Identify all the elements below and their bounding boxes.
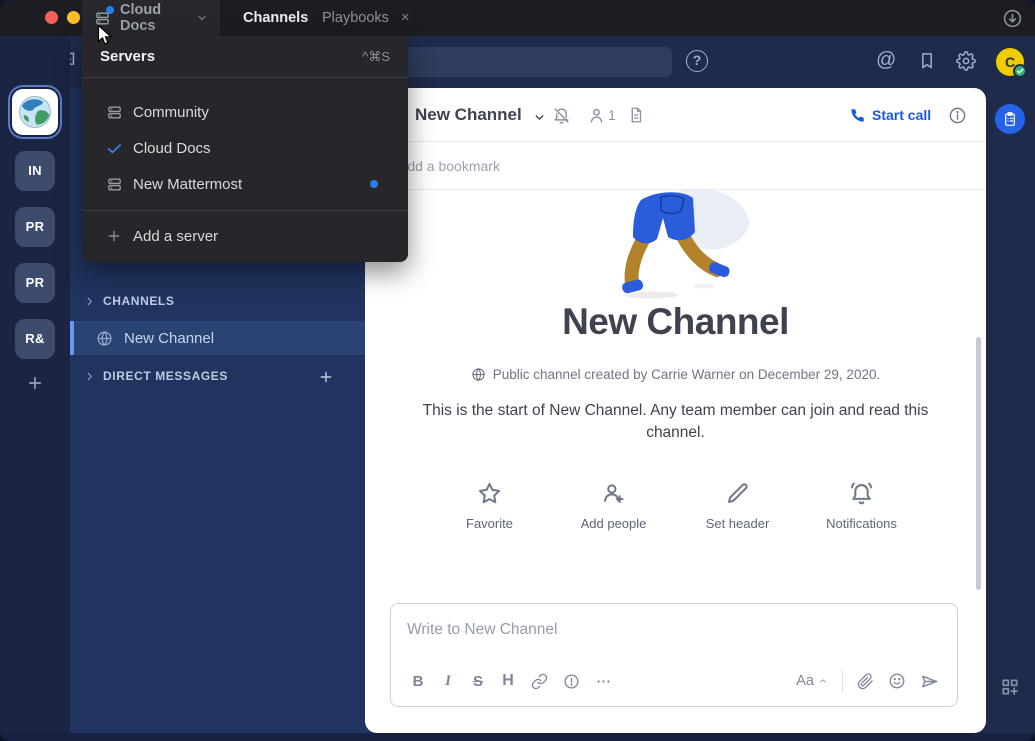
globe-icon — [96, 330, 113, 347]
priority-icon[interactable] — [555, 667, 587, 695]
channel-intro: New Channel Public channel created by Ca… — [365, 190, 986, 531]
server-stack-icon — [106, 104, 123, 121]
heading-button[interactable]: H — [493, 667, 523, 695]
direct-messages-section-header[interactable]: DIRECT MESSAGES — [84, 369, 228, 383]
channel-header: New Channel 1 Start call — [365, 88, 986, 142]
bell-icon — [819, 480, 905, 507]
add-apps-icon[interactable] — [1000, 677, 1020, 697]
window-bottom-edge — [0, 733, 1035, 741]
team-avatar[interactable]: R& — [15, 319, 55, 359]
italic-button[interactable]: I — [433, 667, 463, 695]
mouse-cursor — [97, 24, 113, 52]
message-composer[interactable]: Write to New Channel B I S H Aa — [390, 603, 958, 707]
add-direct-message-button[interactable] — [318, 369, 334, 385]
channel-intro-illustration — [591, 190, 761, 302]
chevron-down-icon — [196, 12, 208, 24]
member-count[interactable]: 1 — [608, 88, 616, 142]
team-avatar[interactable]: PR — [15, 263, 55, 303]
link-icon[interactable] — [523, 667, 555, 695]
titlebar: Cloud Docs Channels Playbooks× — [0, 0, 1035, 36]
add-bookmark-label: Add a bookmark — [398, 142, 500, 190]
formatting-toggle-button[interactable]: Aa — [788, 673, 836, 689]
close-tab-icon[interactable]: × — [401, 9, 410, 26]
saved-posts-icon[interactable] — [917, 51, 937, 71]
channel-created-meta: Public channel created by Carrie Warner … — [365, 367, 986, 382]
channel-title[interactable]: New Channel — [415, 88, 522, 142]
server-stack-icon — [106, 176, 123, 193]
server-unread-dot — [106, 6, 114, 14]
plus-icon — [106, 228, 123, 244]
menu-divider — [82, 210, 408, 211]
playbooks-app-button[interactable] — [995, 104, 1025, 134]
composer-toolbar: B I S H Aa — [403, 666, 945, 696]
settings-gear-icon[interactable] — [956, 51, 976, 71]
muted-bell-icon[interactable] — [552, 106, 571, 125]
server-menu-shortcut: ^⌘S — [362, 36, 390, 78]
app-window: Cloud Docs Channels Playbooks× ? @ C — [0, 0, 1035, 741]
traffic-light-close-button[interactable] — [45, 11, 58, 24]
bookmark-bar[interactable]: Add a bookmark — [365, 142, 986, 190]
emoji-icon[interactable] — [881, 667, 913, 695]
channel-intro-actions: Favorite Add people Set header Notificat… — [365, 480, 986, 531]
clipboard-icon — [1002, 111, 1018, 127]
add-server-button[interactable]: Add a server — [82, 218, 408, 254]
toolbar-divider — [842, 670, 843, 692]
set-header-button[interactable]: Set header — [695, 480, 781, 531]
more-options-icon[interactable] — [587, 667, 619, 695]
phone-icon — [850, 108, 865, 123]
help-icon[interactable]: ? — [686, 50, 708, 72]
globe-icon — [471, 367, 486, 382]
sidebar-item-new-channel[interactable]: New Channel — [70, 321, 365, 355]
composer-placeholder: Write to New Channel — [407, 621, 557, 639]
download-update-icon[interactable] — [1002, 8, 1023, 29]
team-avatar-selected[interactable] — [12, 89, 58, 135]
scrollbar-thumb[interactable] — [976, 337, 981, 590]
online-status-badge — [1013, 64, 1027, 78]
server-unread-dot — [370, 180, 378, 188]
server-menu-header: Servers ^⌘S — [82, 36, 408, 78]
channel-name: New Channel — [124, 330, 214, 347]
selected-channel-indicator — [70, 321, 74, 355]
chevron-right-icon — [84, 371, 95, 382]
chevron-right-icon — [84, 296, 95, 307]
channel-info-icon[interactable] — [948, 106, 967, 125]
server-dropdown-menu: Servers ^⌘S Community Cloud Docs New Mat… — [82, 36, 408, 262]
send-icon[interactable] — [913, 667, 945, 695]
favorite-button[interactable]: Favorite — [447, 480, 533, 531]
tab-playbooks[interactable]: Playbooks× — [322, 0, 410, 36]
strikethrough-button[interactable]: S — [463, 667, 493, 695]
menu-item-community[interactable]: Community — [82, 94, 408, 130]
members-icon[interactable] — [587, 106, 606, 125]
add-team-button[interactable] — [26, 374, 44, 392]
tab-channels[interactable]: Channels — [243, 0, 308, 36]
channel-intro-text: This is the start of New Channel. Any te… — [403, 400, 948, 444]
attachment-paperclip-icon[interactable] — [849, 667, 881, 695]
channel-view: New Channel 1 Start call — [365, 88, 986, 733]
pinned-files-icon[interactable] — [627, 106, 645, 124]
bold-button[interactable]: B — [403, 667, 433, 695]
menu-item-cloud-docs[interactable]: Cloud Docs — [82, 130, 408, 166]
chevron-down-icon[interactable] — [533, 111, 546, 124]
star-icon — [447, 480, 533, 507]
add-people-button[interactable]: Add people — [571, 480, 657, 531]
traffic-light-minimize-button[interactable] — [67, 11, 80, 24]
globe-earth-image — [17, 94, 53, 130]
pencil-icon — [695, 480, 781, 507]
menu-item-new-mattermost[interactable]: New Mattermost — [82, 166, 408, 202]
chevron-up-icon — [818, 676, 828, 686]
channel-intro-heading: New Channel — [365, 301, 986, 343]
person-plus-icon — [571, 480, 657, 507]
check-icon — [106, 140, 123, 157]
recent-mentions-icon[interactable]: @ — [876, 49, 896, 72]
start-call-button[interactable]: Start call — [850, 88, 931, 142]
team-avatar[interactable]: IN — [15, 151, 55, 191]
team-avatar[interactable]: PR — [15, 207, 55, 247]
channels-section-header[interactable]: CHANNELS — [84, 294, 174, 308]
server-tab-label: Cloud Docs — [120, 2, 187, 34]
notifications-button[interactable]: Notifications — [819, 480, 905, 531]
